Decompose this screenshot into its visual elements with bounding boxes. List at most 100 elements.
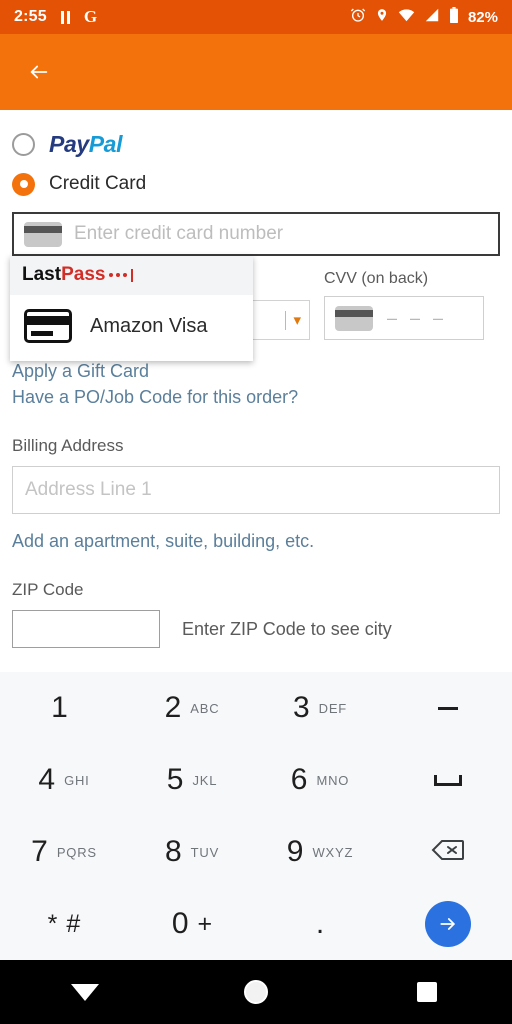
- key-4[interactable]: 4 GHI: [0, 744, 128, 816]
- key-star-hash[interactable]: * #: [0, 888, 128, 960]
- circle-icon: [243, 980, 268, 1004]
- battery-percent: 82%: [467, 8, 498, 26]
- lastpass-entry-label: Amazon Visa: [90, 314, 208, 337]
- key-label: 1: [51, 691, 68, 724]
- key-sublabel: TUV: [190, 844, 220, 860]
- zip-code-hint: Enter ZIP Code to see city: [182, 618, 392, 639]
- key-2[interactable]: 2 ABC: [128, 672, 256, 744]
- key-label: 3: [292, 691, 310, 724]
- key-backspace[interactable]: [384, 816, 512, 888]
- status-bar-right: 82%: [350, 6, 498, 28]
- add-apartment-link[interactable]: Add an apartment, suite, building, etc.: [12, 528, 500, 554]
- credit-card-icon: [24, 309, 72, 343]
- backspace-icon: [431, 838, 465, 867]
- key-sublabel: +: [197, 909, 213, 938]
- payment-option-paypal[interactable]: PayPal: [12, 124, 500, 164]
- key-sublabel: WXYZ: [312, 844, 354, 860]
- zip-code-input[interactable]: [12, 610, 160, 649]
- key-space[interactable]: [384, 744, 512, 816]
- cvv-label: CVV (on back): [324, 270, 429, 287]
- key-1[interactable]: 1: [0, 672, 128, 744]
- zip-code-row: Enter ZIP Code to see city: [12, 610, 500, 649]
- space-icon: [434, 774, 462, 786]
- square-icon: [416, 982, 437, 1002]
- android-navigation-bar: [0, 960, 512, 1024]
- keyboard-row: 1 2 ABC 3 DEF: [0, 672, 512, 744]
- chevron-down-icon: ▾: [293, 311, 301, 329]
- lastpass-logo-part1: Last: [22, 264, 62, 285]
- address-line-1-placeholder: Address Line 1: [25, 479, 152, 501]
- keyboard-row: 7 PQRS 8 TUV 9 WXYZ: [0, 816, 512, 888]
- key-enter[interactable]: [384, 888, 512, 960]
- key-5[interactable]: 5 JKL: [128, 744, 256, 816]
- key-sublabel: GHI: [64, 772, 90, 788]
- checkout-form: PayPal Credit Card Enter credit card num…: [0, 124, 512, 649]
- key-8[interactable]: 8 TUV: [128, 816, 256, 888]
- pause-icon: [60, 10, 70, 24]
- alarm-icon: [350, 7, 366, 28]
- lastpass-cursor-icon: [131, 268, 134, 282]
- credit-card-icon: [24, 221, 62, 247]
- key-label: *: [47, 909, 58, 938]
- app-bar: [0, 34, 512, 110]
- promo-links: Apply a Gift Card Have a PO/Job Code for…: [12, 358, 500, 410]
- dash-icon: [438, 706, 458, 710]
- credit-card-number-field[interactable]: Enter credit card number: [12, 212, 500, 256]
- key-label: 8: [164, 835, 182, 868]
- status-bar-left: 2:55 G: [14, 7, 97, 27]
- key-3[interactable]: 3 DEF: [256, 672, 384, 744]
- cvv-input[interactable]: – – –: [324, 296, 484, 340]
- lastpass-header: Last Pass: [10, 256, 253, 295]
- credit-card-label: Credit Card: [49, 173, 147, 194]
- lastpass-logo: Last Pass: [22, 264, 134, 286]
- location-icon: [375, 7, 389, 28]
- key-sublabel: DEF: [318, 700, 348, 716]
- payment-option-credit-card[interactable]: Credit Card: [12, 164, 500, 204]
- down-triangle-icon: [71, 983, 100, 1001]
- key-0[interactable]: 0 +: [128, 888, 256, 960]
- apply-gift-card-link[interactable]: Apply a Gift Card: [12, 358, 500, 384]
- status-bar: 2:55 G 82%: [0, 0, 512, 34]
- key-label: 5: [166, 763, 184, 796]
- lastpass-logo-part2: Pass: [61, 264, 106, 285]
- key-sublabel: #: [66, 909, 81, 938]
- google-icon: G: [83, 7, 98, 26]
- credit-card-icon: [335, 305, 373, 331]
- key-label: 2: [164, 691, 182, 724]
- key-label: 7: [31, 835, 48, 868]
- key-label: 4: [38, 763, 56, 796]
- wifi-icon: [398, 8, 415, 27]
- lastpass-dots-icon: [109, 273, 128, 277]
- nav-back-button[interactable]: [55, 970, 115, 1014]
- back-arrow-icon[interactable]: [22, 55, 56, 89]
- battery-icon: [449, 6, 459, 28]
- status-time: 2:55: [14, 8, 47, 25]
- key-label: .: [315, 907, 325, 940]
- paypal-radio[interactable]: [12, 132, 35, 156]
- po-job-code-link[interactable]: Have a PO/Job Code for this order?: [12, 384, 500, 410]
- credit-card-number-placeholder: Enter credit card number: [74, 223, 284, 244]
- key-9[interactable]: 9 WXYZ: [256, 816, 384, 888]
- key-sublabel: JKL: [192, 772, 218, 788]
- key-7[interactable]: 7 PQRS: [0, 816, 128, 888]
- address-line-1-input[interactable]: Address Line 1: [12, 466, 500, 515]
- lastpass-autofill-dropdown: Last Pass Amazon Visa: [10, 256, 253, 361]
- key-label: 0: [171, 907, 189, 940]
- nav-home-button[interactable]: [226, 970, 286, 1014]
- nav-recents-button[interactable]: [397, 970, 457, 1014]
- key-6[interactable]: 6 MNO: [256, 744, 384, 816]
- key-sublabel: MNO: [316, 772, 350, 788]
- lastpass-entry-amazon-visa[interactable]: Amazon Visa: [10, 295, 253, 361]
- key-dash[interactable]: [384, 672, 512, 744]
- key-label: 6: [290, 763, 308, 796]
- numeric-keyboard: 1 2 ABC 3 DEF 4 GHI 5 JKL 6 MNO 7 PQRS 8…: [0, 672, 512, 960]
- cellular-signal-icon: [424, 8, 440, 27]
- keyboard-row: * # 0 + .: [0, 888, 512, 960]
- credit-card-radio[interactable]: [12, 172, 35, 196]
- cvv-group: CVV (on back) – – –: [324, 270, 484, 340]
- enter-arrow-icon: [425, 901, 471, 947]
- key-sublabel: ABC: [190, 700, 220, 716]
- key-period[interactable]: .: [256, 888, 384, 960]
- paypal-logo: PayPal: [49, 130, 123, 157]
- phone-screen: 2:55 G 82% PayPal Credit Card Enter cred…: [0, 0, 512, 1024]
